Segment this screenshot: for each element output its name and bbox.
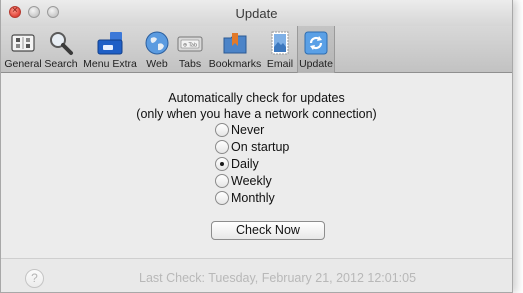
- update-subheading: (only when you have a network connection…: [136, 107, 377, 121]
- radio-label: Daily: [231, 156, 259, 171]
- radio-option-weekly[interactable]: Weekly: [215, 172, 289, 189]
- toolbar-item-menu-extra[interactable]: Menu Extra: [79, 26, 141, 73]
- toolbar-item-label: Tabs: [178, 58, 202, 70]
- toolbar-item-bookmarks[interactable]: Bookmarks: [207, 26, 263, 73]
- toolbar-item-label: Web: [146, 58, 168, 70]
- magnifier-icon: [47, 29, 75, 57]
- toolbar-item-search[interactable]: Search: [43, 26, 79, 73]
- radio-button[interactable]: [215, 122, 229, 137]
- radio-label: Weekly: [231, 173, 272, 188]
- window-title: Update: [235, 6, 278, 21]
- toolbar-item-web[interactable]: Web: [141, 26, 173, 73]
- radio-option-never[interactable]: Never: [215, 121, 289, 138]
- update-frequency-radio-group: Never On startup Daily Weekly Monthly: [215, 121, 289, 206]
- toolbar-item-label: Email: [266, 58, 294, 70]
- preferences-toolbar: General Search Menu Extra Web ⊕ Tab Tabs…: [1, 26, 512, 73]
- update-settings-pane: Automatically check for updates (only wh…: [1, 73, 512, 253]
- preferences-window: × Update General Search Menu Extra Web ⊕…: [0, 0, 513, 293]
- radio-button[interactable]: [215, 190, 229, 205]
- radio-option-on-startup[interactable]: On startup: [215, 138, 289, 155]
- toolbar-item-email[interactable]: Email: [263, 26, 297, 73]
- general-switches-icon: [9, 29, 37, 57]
- radio-button-selected[interactable]: [215, 156, 229, 171]
- radio-button[interactable]: [215, 139, 229, 154]
- radio-label: Never: [231, 122, 265, 137]
- globe-icon: [143, 29, 171, 57]
- toolbar-item-general[interactable]: General: [3, 26, 43, 73]
- toolbar-item-label: Bookmarks: [208, 58, 262, 70]
- title-bar: × Update: [1, 0, 512, 26]
- tabs-icon: ⊕ Tab: [176, 29, 204, 57]
- help-button[interactable]: ?: [25, 269, 44, 288]
- toolbar-item-label: Update: [299, 58, 333, 70]
- toolbar-item-label: General: [4, 58, 42, 70]
- radio-option-daily[interactable]: Daily: [215, 155, 289, 172]
- radio-label: Monthly: [231, 190, 275, 205]
- toolbar-item-label: Menu Extra: [83, 58, 137, 70]
- status-footer: ? Last Check: Tuesday, February 21, 2012…: [1, 258, 512, 292]
- menu-extra-icon: [96, 29, 124, 57]
- toolbar-item-label: Search: [44, 58, 78, 70]
- bookmarks-folder-icon: [221, 29, 249, 57]
- svg-text:⊕ Tab: ⊕ Tab: [183, 43, 197, 49]
- toolbar-item-update[interactable]: Update: [297, 26, 335, 73]
- radio-label: On startup: [231, 139, 290, 154]
- radio-button[interactable]: [215, 173, 229, 188]
- email-stamp-icon: [266, 29, 294, 57]
- toolbar-item-tabs[interactable]: ⊕ Tab Tabs: [173, 26, 207, 73]
- update-heading: Automatically check for updates: [168, 91, 345, 105]
- last-check-status: Last Check: Tuesday, February 21, 2012 1…: [139, 271, 417, 285]
- update-arrows-icon: [302, 29, 330, 57]
- check-now-button[interactable]: Check Now: [211, 221, 325, 240]
- radio-option-monthly[interactable]: Monthly: [215, 189, 289, 206]
